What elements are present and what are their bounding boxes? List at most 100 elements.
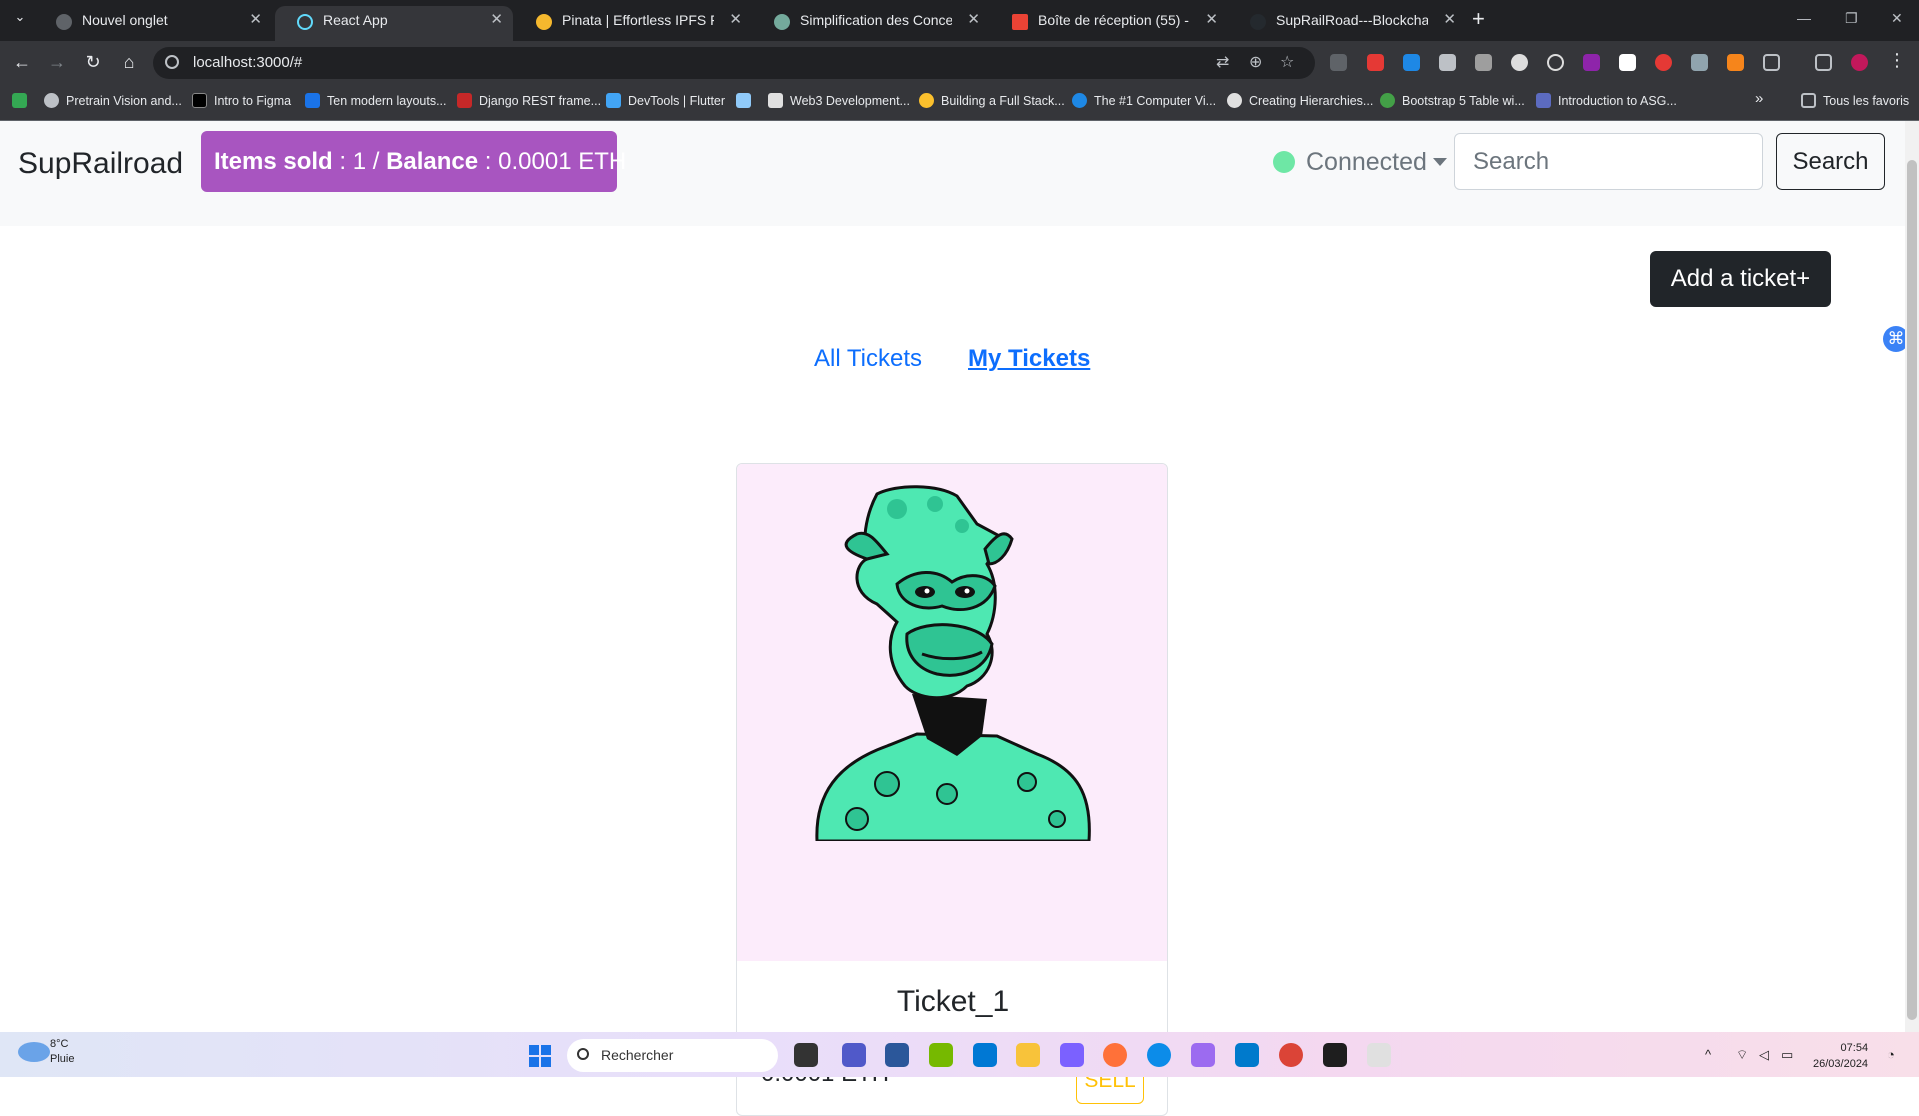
battery-icon[interactable]: ▭ [1781,1047,1793,1063]
close-icon[interactable]: ✕ [729,6,742,34]
reload-icon[interactable]: ↻ [81,52,105,73]
weather-widget[interactable]: 8°C Pluie [18,1037,74,1067]
new-tab-button[interactable]: + [1472,5,1485,33]
bookmark-item[interactable]: Building a Full Stack... [919,93,1065,108]
taskbar-search[interactable]: Rechercher [567,1039,778,1072]
tab-pinata[interactable]: Pinata | Effortless IPFS File Man ✕ [514,6,752,41]
app-icon[interactable] [885,1043,909,1067]
mail-icon[interactable] [973,1043,997,1067]
tab-gmail[interactable]: Boîte de réception (55) - ildever ✕ [990,6,1228,41]
volume-icon[interactable]: ◁ [1759,1047,1769,1063]
apps-icon[interactable] [12,93,34,108]
address-url[interactable]: localhost:3000/# [193,54,302,71]
side-panel-icon[interactable] [1815,54,1832,71]
close-icon[interactable]: ✕ [490,6,503,34]
tray-chevron-icon[interactable]: ^ [1705,1047,1711,1062]
zoom-icon[interactable]: ⊕ [1249,52,1262,72]
extension-icon[interactable] [1475,54,1492,71]
notification-bell-icon[interactable]: ◔ [1887,1047,1895,1062]
folder-icon [1801,93,1816,108]
restore-icon[interactable]: ❐ [1845,10,1858,27]
status-dot-icon [1273,151,1295,173]
tab-react-app[interactable]: React App ✕ [275,6,513,41]
close-icon[interactable]: ✕ [249,6,262,34]
profile-avatar[interactable] [1851,54,1868,71]
stats-badge: Items sold : 1 / Balance : 0.0001 ETH [201,131,626,192]
bookmarks-overflow-icon[interactable]: » [1755,90,1763,107]
extension-icon[interactable] [1655,54,1672,71]
bookmark-item[interactable]: Pretrain Vision and... [44,93,182,108]
firefox-icon[interactable] [1103,1043,1127,1067]
bookmark-item[interactable]: Introduction to ASG... [1536,93,1677,108]
address-bar[interactable]: localhost:3000/# ⇄ ⊕ ☆ [153,47,1315,79]
connection-dropdown[interactable]: Connected [1273,148,1447,177]
bookmark-item[interactable]: Intro to Figma [192,93,291,108]
terminal-icon[interactable] [1323,1043,1347,1067]
extension-icon[interactable] [1583,54,1600,71]
bookmark-star-icon[interactable]: ☆ [1280,52,1294,72]
bookmark-item[interactable]: Django REST frame... [457,93,601,108]
extension-icon[interactable] [1330,54,1347,71]
chrome-icon[interactable] [1279,1043,1303,1067]
tab-search-icon[interactable]: ⌄ [8,9,32,25]
search-icon [577,1048,589,1060]
brand-logo[interactable]: SupRailroad [18,147,183,181]
wifi-icon[interactable]: ⌔ [1736,1047,1748,1063]
extension-icon[interactable] [1511,54,1528,71]
extension-icon[interactable] [1691,54,1708,71]
edge-icon[interactable] [1147,1043,1171,1067]
bookmark-item[interactable]: Web3 Development... [768,93,910,108]
clock[interactable]: 07:54 26/03/2024 [1813,1040,1868,1072]
extension-icon[interactable] [1619,54,1636,71]
tab-title: Simplification des Concepts [800,12,952,28]
home-icon[interactable]: ⌂ [117,52,141,73]
app-icon[interactable] [1367,1043,1391,1067]
vscode-icon[interactable] [1235,1043,1259,1067]
all-bookmarks-folder[interactable]: Tous les favoris [1801,93,1909,108]
extension-icon[interactable] [1547,54,1564,71]
bookmark-item[interactable] [736,93,758,108]
file-explorer-icon[interactable] [1016,1043,1040,1067]
close-icon[interactable]: ✕ [1205,6,1218,34]
teams-icon[interactable] [842,1043,866,1067]
start-button[interactable] [529,1045,551,1067]
bookmark-item[interactable]: Creating Hierarchies... [1227,93,1373,108]
minimize-icon[interactable]: — [1797,10,1811,26]
tab-new-tab[interactable]: Nouvel onglet ✕ [34,6,272,41]
app-icon[interactable] [1191,1043,1215,1067]
navbar: SupRailroad Items sold : 1 / Balance : 0… [0,121,1905,226]
add-ticket-button[interactable]: Add a ticket+ [1650,251,1831,307]
tab-github[interactable]: SupRailRoad---Blockchain/clien ✕ [1228,6,1466,41]
tab-my-tickets[interactable]: My Tickets [968,345,1090,373]
menu-icon[interactable]: ⋮ [1885,50,1909,71]
search-button[interactable]: Search [1776,133,1885,190]
search-input[interactable] [1454,133,1763,190]
translate-icon[interactable]: ⇄ [1216,52,1229,72]
tab-title: Pinata | Effortless IPFS File Man [562,12,714,28]
bookmark-item[interactable]: DevTools | Flutter [606,93,725,108]
forward-icon[interactable]: → [45,52,69,73]
clock-time: 07:54 [1840,1042,1869,1054]
tab-chatgpt[interactable]: Simplification des Concepts ✕ [752,6,990,41]
extension-icon[interactable] [1403,54,1420,71]
nvidia-icon[interactable] [929,1043,953,1067]
tab-all-tickets[interactable]: All Tickets [814,345,922,373]
bookmark-item[interactable]: Bootstrap 5 Table wi... [1380,93,1525,108]
pinata-icon [536,14,552,30]
extension-icon[interactable] [1439,54,1456,71]
close-icon[interactable]: ✕ [1443,6,1456,34]
tab-title: Boîte de réception (55) - ildever [1038,12,1190,28]
back-icon[interactable]: ← [10,52,34,73]
site-info-icon[interactable] [165,55,179,69]
bookmark-item[interactable]: The #1 Computer Vi... [1072,93,1216,108]
balance-value: : 0.0001 ETH [478,148,627,175]
app-icon[interactable] [1060,1043,1084,1067]
window-close-icon[interactable]: ✕ [1891,10,1903,27]
bookmark-item[interactable]: Ten modern layouts... [305,93,447,108]
extension-icon[interactable] [1367,54,1384,71]
task-view-icon[interactable] [794,1043,818,1067]
close-icon[interactable]: ✕ [967,6,980,34]
metamask-icon[interactable] [1727,54,1744,71]
extensions-puzzle-icon[interactable] [1763,54,1780,71]
scrollbar-thumb[interactable] [1907,160,1917,1020]
